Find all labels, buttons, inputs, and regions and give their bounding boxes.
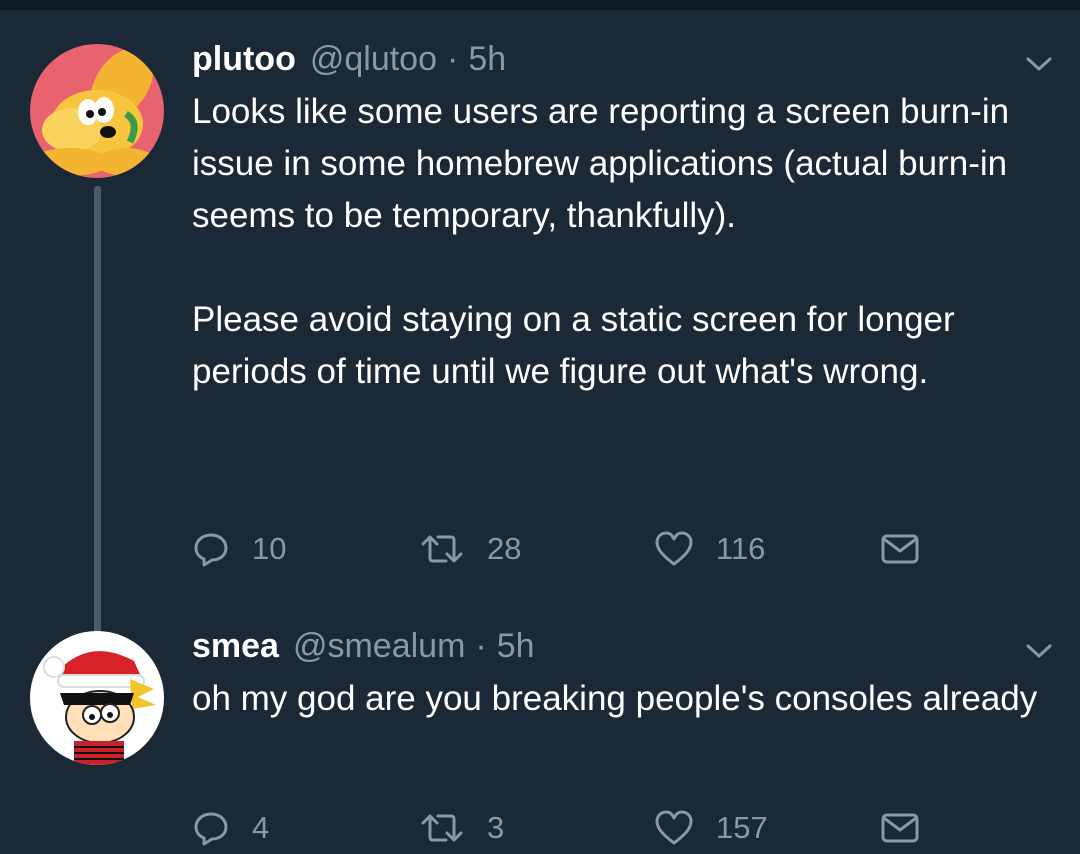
reply-icon xyxy=(194,533,228,567)
like-count: 157 xyxy=(716,810,768,845)
reply-button[interactable]: 10 xyxy=(192,529,286,569)
tweet[interactable]: smea @smealum · 5h oh my god are you bre… xyxy=(0,627,1080,854)
tweet-menu-button[interactable] xyxy=(1018,637,1060,663)
reply-count: 4 xyxy=(252,810,270,845)
retweet-icon xyxy=(421,535,463,563)
like-count: 116 xyxy=(716,531,766,566)
timestamp[interactable]: 5h xyxy=(468,40,506,79)
retweet-count: 28 xyxy=(487,531,522,566)
handle[interactable]: @smealum xyxy=(293,627,465,666)
chevron-down-icon xyxy=(1026,57,1052,71)
thread-line xyxy=(94,186,101,662)
pluto-dog-avatar-icon xyxy=(30,44,164,178)
top-divider xyxy=(0,0,1080,10)
retweet-button[interactable]: 28 xyxy=(419,529,521,569)
reply-count: 10 xyxy=(252,531,287,566)
tweet-header: smea @smealum · 5h xyxy=(192,627,535,667)
separator: · xyxy=(475,627,487,665)
tweet-actions: 10 28 116 xyxy=(192,529,932,569)
timestamp[interactable]: 5h xyxy=(497,627,535,666)
separator: · xyxy=(447,40,459,78)
chevron-down-icon xyxy=(1026,644,1052,658)
reply-icon xyxy=(194,812,228,846)
retweet-icon xyxy=(421,814,463,842)
tweet-text: Looks like some users are reporting a sc… xyxy=(192,92,1010,391)
tweet-header: plutoo @qlutoo · 5h xyxy=(192,40,506,80)
avatar[interactable] xyxy=(30,44,164,178)
direct-message-button[interactable] xyxy=(880,529,920,569)
display-name[interactable]: plutoo xyxy=(192,40,296,79)
tweet-text: oh my god are you breaking people's cons… xyxy=(192,679,1038,718)
handle[interactable]: @qlutoo xyxy=(310,40,437,79)
tweet-actions: 4 3 157 xyxy=(192,808,932,848)
retweet-button[interactable]: 3 xyxy=(419,808,504,848)
heart-icon xyxy=(655,810,693,845)
tweet[interactable]: plutoo @qlutoo · 5h Looks like some user… xyxy=(0,40,1080,662)
calvin-santa-hat-avatar-icon xyxy=(30,631,164,765)
retweet-count: 3 xyxy=(487,810,505,845)
heart-icon xyxy=(655,531,693,566)
display-name[interactable]: smea xyxy=(192,627,279,666)
envelope-icon xyxy=(881,813,919,843)
direct-message-button[interactable] xyxy=(880,808,920,848)
like-button[interactable]: 157 xyxy=(654,808,768,848)
envelope-icon xyxy=(881,534,919,564)
tweet-menu-button[interactable] xyxy=(1018,50,1060,76)
reply-button[interactable]: 4 xyxy=(192,808,269,848)
like-button[interactable]: 116 xyxy=(654,529,765,569)
avatar[interactable] xyxy=(30,631,164,765)
